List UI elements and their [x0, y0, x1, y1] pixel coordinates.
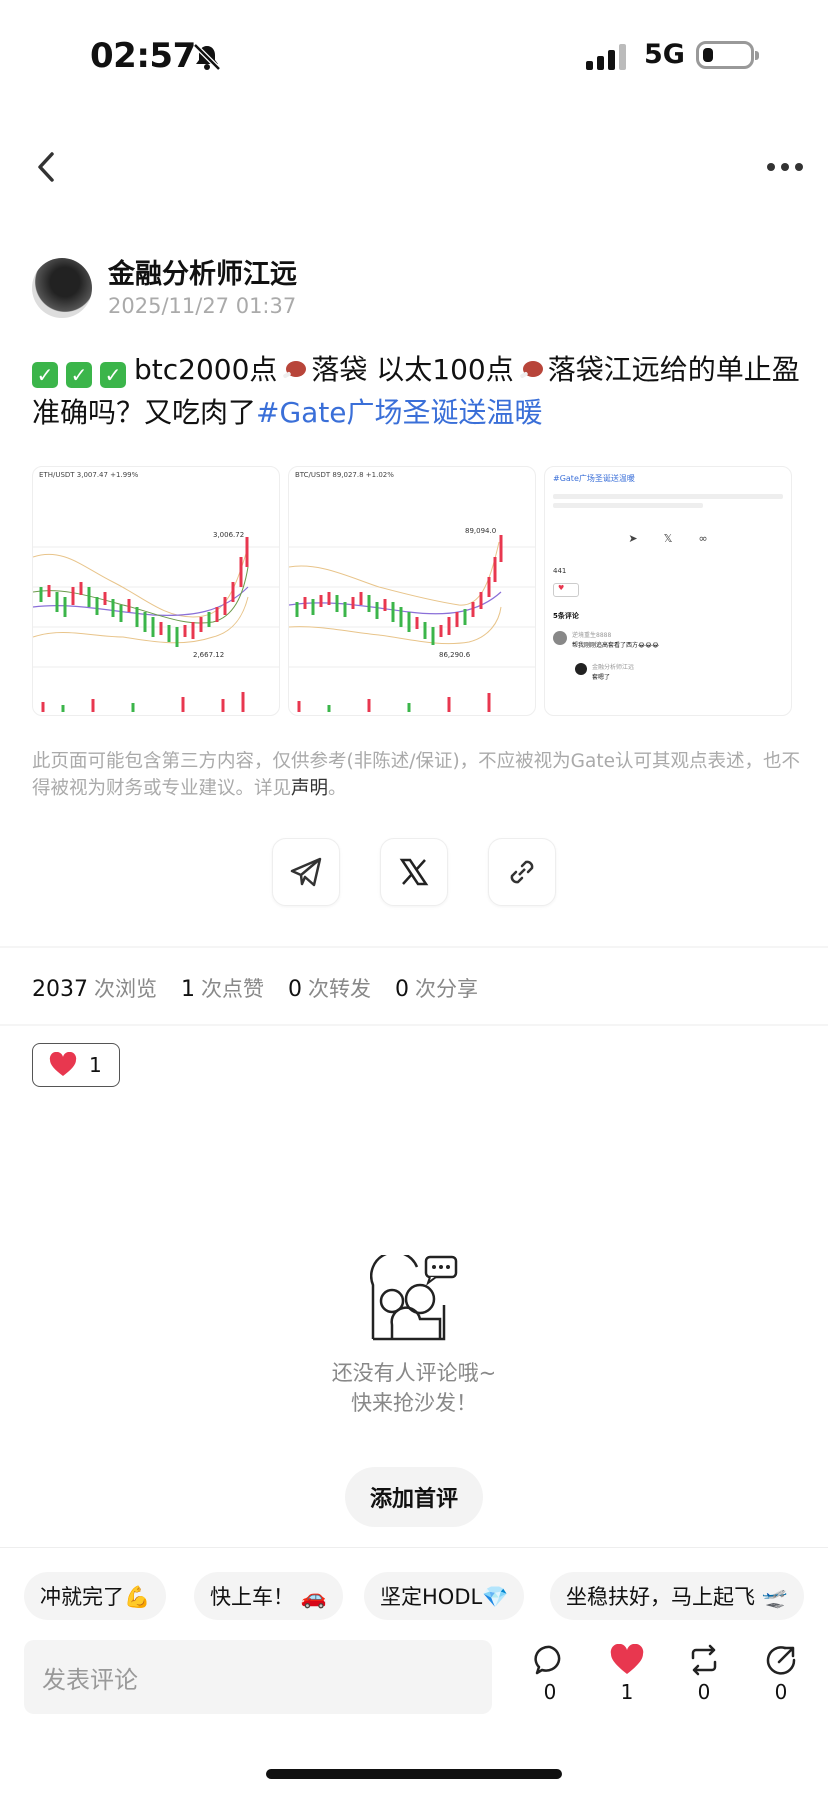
author-avatar[interactable] [32, 258, 92, 318]
empty-comments-icon [370, 1255, 458, 1341]
chart-header: BTC/USDT 89,027.8 +1.02% [295, 471, 394, 479]
share-telegram-button[interactable] [272, 838, 340, 906]
share-arrow-icon [766, 1646, 796, 1675]
quick-reply-chip[interactable]: 坚定HODL💎 [364, 1572, 525, 1620]
post-image-screenshot[interactable]: #Gate广场圣诞送温暖 ➤ 𝕏 ∞ 441 ♥ 5条评论 逆境重生8888 帮我刚刚… [544, 466, 792, 716]
disclaimer-link[interactable]: 声明 [291, 778, 328, 799]
heart-icon [49, 1052, 77, 1076]
screenshot-comment-text: 套嗯了 [592, 674, 611, 681]
disclaimer-end: 。 [328, 778, 347, 799]
x-logo-icon [399, 858, 429, 886]
comment-input[interactable]: 发表评论 [24, 1640, 492, 1714]
like-action[interactable]: 1 [605, 1644, 649, 1704]
chart-high-label: 89,094.0 [465, 527, 496, 535]
post-content: ✓ ✓ ✓ btc2000点 落袋 以太100点 落袋江远给的单止盈准确吗？又吃肉了#Ga… [32, 348, 802, 434]
empty-state-line2: 快来抢沙发！ [351, 1391, 477, 1415]
quick-reply-chip[interactable]: 快上车！ 🚗 [194, 1572, 343, 1620]
like-count: 1 [620, 1680, 634, 1704]
screenshot-comment-text: 帮我刚刚追高套看了西方😂😂😂 [572, 642, 660, 649]
home-indicator [266, 1769, 562, 1779]
divider [0, 1024, 828, 1026]
screenshot-stats: 441 [553, 567, 567, 575]
repost-action[interactable]: 0 [682, 1644, 726, 1704]
disclaimer-text: 此页面可能包含第三方内容，仅供参考(非陈述/保证)，不应被视为Gate认可其观点… [32, 751, 800, 799]
reposts-label: 次转发 [308, 977, 371, 1001]
screenshot-comments-title: 5条评论 [553, 612, 579, 620]
post-text-part1: btc2000点 [134, 353, 278, 386]
screenshot-like-chip: ♥ [553, 583, 579, 597]
check-mark-icon: ✓ [32, 362, 58, 388]
candlestick-chart: 89,094.0 86,290.6 [289, 527, 535, 712]
check-mark-icon: ✓ [66, 362, 92, 388]
views-label: 次浏览 [94, 977, 157, 1001]
back-arrow-icon[interactable] [34, 150, 58, 184]
share-action[interactable]: 0 [759, 1644, 803, 1704]
candlestick-chart: 3,006.72 2,667.12 [33, 531, 279, 712]
empty-state-text: 还没有人评论哦~ 快来抢沙发！ [300, 1358, 528, 1418]
telegram-icon [290, 857, 322, 887]
likes-label: 次点赞 [201, 977, 264, 1001]
screenshot-comment-user: 金融分析师江远 [592, 664, 635, 671]
post-date: 2025/11/27 01:37 [108, 294, 297, 318]
add-first-comment-button[interactable]: 添加首评 [345, 1467, 483, 1527]
comment-count: 0 [543, 1680, 557, 1704]
reaction-like-chip[interactable]: 1 [32, 1043, 120, 1087]
quick-reply-chip[interactable]: 坐稳扶好，马上起飞 🛫 [550, 1572, 804, 1620]
author-name[interactable]: 金融分析师江远 [108, 252, 297, 291]
post-image-eth-chart[interactable]: ETH/USDT 3,007.47 +1.99% 3,006.72 2,667.… [32, 466, 280, 716]
shares-count: 0 [395, 977, 409, 1002]
empty-state-line1: 还没有人评论哦~ [331, 1361, 497, 1385]
chart-low-label: 86,290.6 [439, 651, 471, 659]
repost-icon [691, 1644, 717, 1676]
link-icon [510, 860, 534, 884]
more-options-icon[interactable] [766, 160, 804, 174]
chart-low-label: 2,667.12 [193, 651, 224, 659]
shares-label: 次分享 [415, 977, 478, 1001]
share-x-button[interactable] [380, 838, 448, 906]
views-count: 2037 [32, 977, 88, 1002]
reposts-count: 0 [288, 977, 302, 1002]
share-count: 0 [774, 1680, 788, 1704]
check-mark-icon: ✓ [100, 362, 126, 388]
reaction-count: 1 [89, 1053, 102, 1077]
heart-filled-icon [610, 1644, 644, 1674]
quick-reply-chip[interactable]: 冲就完了💪 [24, 1572, 167, 1620]
comment-bubble-icon [534, 1645, 561, 1675]
meat-icon [520, 361, 543, 378]
copy-link-button[interactable] [488, 838, 556, 906]
bell-muted-icon [193, 43, 221, 71]
network-type: 5G [644, 39, 685, 70]
hashtag-link[interactable]: #Gate广场圣诞送温暖 [256, 396, 543, 429]
post-text-part2: 落袋 以太100点 [311, 353, 514, 386]
disclaimer: 此页面可能包含第三方内容，仅供参考(非陈述/保证)，不应被视为Gate认可其观点… [32, 748, 802, 802]
screenshot-share-icons: ➤ 𝕏 ∞ [628, 532, 708, 545]
meat-icon [283, 361, 307, 378]
post-image-btc-chart[interactable]: BTC/USDT 89,027.8 +1.02% 89,094.0 86,290… [288, 466, 536, 716]
repost-count: 0 [697, 1680, 711, 1704]
status-time: 02:57 [90, 36, 196, 76]
likes-count: 1 [181, 977, 195, 1002]
signal-icon [586, 44, 626, 70]
comment-action[interactable]: 0 [528, 1644, 572, 1704]
chart-high-label: 3,006.72 [213, 531, 244, 539]
battery-icon [696, 41, 759, 69]
divider [0, 946, 828, 948]
screenshot-comment-user: 逆境重生8888 [572, 632, 612, 639]
post-stats: 2037 次浏览 1 次点赞 0 次转发 0 次分享 [32, 973, 478, 1003]
screenshot-hashtag: #Gate广场圣诞送温暖 [553, 474, 635, 483]
chart-header: ETH/USDT 3,007.47 +1.99% [39, 471, 139, 479]
